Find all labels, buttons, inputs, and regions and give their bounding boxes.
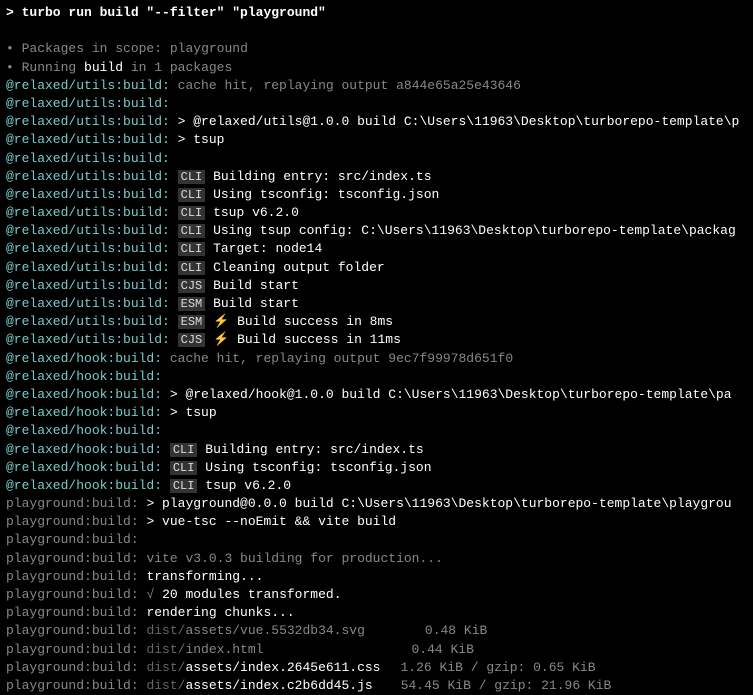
- utils-pkg-build: @relaxed/utils:build: > @relaxed/utils@1…: [6, 113, 747, 131]
- playground-vite-version: playground:build: vite v3.0.3 building f…: [6, 550, 747, 568]
- playground-rendering: playground:build: rendering chunks...: [6, 604, 747, 622]
- scope-running: Running build in 1 packages: [6, 59, 747, 77]
- terminal-output: > turbo run build "--filter" "playground…: [6, 4, 747, 695]
- utils-cli-target: @relaxed/utils:build: CLI Target: node14: [6, 240, 747, 258]
- bolt-icon: ⚡: [213, 314, 229, 329]
- utils-cli-config: @relaxed/utils:build: CLI Using tsup con…: [6, 222, 747, 240]
- utils-cli-version: @relaxed/utils:build: CLI tsup v6.2.0: [6, 204, 747, 222]
- utils-esm-start: @relaxed/utils:build: ESM Build start: [6, 295, 747, 313]
- utils-line: @relaxed/utils:build:: [6, 95, 747, 113]
- playground-file-0: playground:build: dist/assets/vue.5532db…: [6, 622, 747, 640]
- playground-file-2: playground:build: dist/assets/index.2645…: [6, 659, 747, 677]
- utils-cjs-success: @relaxed/utils:build: CJS ⚡ Build succes…: [6, 331, 747, 349]
- blank-line: [6, 22, 747, 40]
- utils-tsup: @relaxed/utils:build: > tsup: [6, 131, 747, 149]
- command-line: > turbo run build "--filter" "playground…: [6, 4, 747, 22]
- utils-cli-clean: @relaxed/utils:build: CLI Cleaning outpu…: [6, 259, 747, 277]
- hook-line: @relaxed/hook:build:: [6, 422, 747, 440]
- utils-cli-tsconfig: @relaxed/utils:build: CLI Using tsconfig…: [6, 186, 747, 204]
- hook-cache-hit: @relaxed/hook:build: cache hit, replayin…: [6, 350, 747, 368]
- hook-line: @relaxed/hook:build:: [6, 368, 747, 386]
- hook-pkg-build: @relaxed/hook:build: > @relaxed/hook@1.0…: [6, 386, 747, 404]
- playground-file-1: playground:build: dist/index.html0.44 Ki…: [6, 641, 747, 659]
- playground-pkg-build: playground:build: > playground@0.0.0 bui…: [6, 495, 747, 513]
- scope-packages: Packages in scope: playground: [6, 40, 747, 58]
- utils-cli-entry: @relaxed/utils:build: CLI Building entry…: [6, 168, 747, 186]
- playground-vue-tsc: playground:build: > vue-tsc --noEmit && …: [6, 513, 747, 531]
- playground-transformed: playground:build: √ 20 modules transform…: [6, 586, 747, 604]
- hook-cli-entry: @relaxed/hook:build: CLI Building entry:…: [6, 441, 747, 459]
- bolt-icon: ⚡: [213, 332, 229, 347]
- utils-cache-hit: @relaxed/utils:build: cache hit, replayi…: [6, 77, 747, 95]
- utils-cjs-start: @relaxed/utils:build: CJS Build start: [6, 277, 747, 295]
- utils-line: @relaxed/utils:build:: [6, 150, 747, 168]
- playground-line: playground:build:: [6, 531, 747, 549]
- playground-transforming: playground:build: transforming...: [6, 568, 747, 586]
- hook-cli-tsconfig: @relaxed/hook:build: CLI Using tsconfig:…: [6, 459, 747, 477]
- hook-tsup: @relaxed/hook:build: > tsup: [6, 404, 747, 422]
- utils-esm-success: @relaxed/utils:build: ESM ⚡ Build succes…: [6, 313, 747, 331]
- playground-file-3: playground:build: dist/assets/index.c2b6…: [6, 677, 747, 695]
- hook-cli-version: @relaxed/hook:build: CLI tsup v6.2.0: [6, 477, 747, 495]
